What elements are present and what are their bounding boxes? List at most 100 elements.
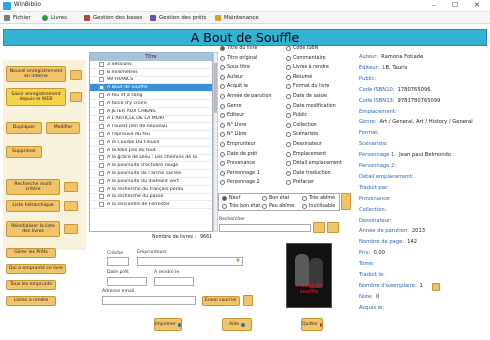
condition-option[interactable]: Inutilisable	[302, 204, 335, 209]
radio-dot[interactable]	[286, 46, 291, 51]
radio-dot[interactable]	[220, 151, 225, 157]
search-field-option[interactable]: Scénariste	[286, 132, 318, 138]
row-checkbox[interactable]	[99, 93, 104, 99]
table-row[interactable]: A la recherche du passé	[90, 194, 212, 202]
row-checkbox[interactable]	[99, 108, 104, 114]
list-icon[interactable]	[64, 201, 78, 211]
table-row[interactable]: A la recherche du français perdu	[90, 186, 212, 194]
search-field-option[interactable]: Sous titre	[220, 65, 250, 71]
row-checkbox[interactable]	[99, 194, 104, 200]
row-checkbox[interactable]	[99, 116, 104, 122]
table-row[interactable]: A L'ARTICLE DE LA MORT	[90, 116, 212, 124]
search-field-option[interactable]: Date modification	[286, 103, 336, 109]
search-go-icon[interactable]	[313, 222, 325, 233]
web-record-button[interactable]: Saisir enregistrement depuis le WEB	[6, 88, 66, 106]
radio-dot[interactable]	[220, 74, 225, 80]
radio-dot[interactable]	[286, 132, 291, 138]
new-record-button[interactable]: Nouvel enregistrement en interne	[6, 66, 66, 82]
radio-dot[interactable]	[286, 94, 291, 99]
radio-dot[interactable]	[220, 84, 225, 90]
menu-gestion-bases[interactable]: Gestion des bases	[84, 15, 142, 21]
radio-dot[interactable]	[220, 55, 225, 61]
radio-dot[interactable]	[220, 132, 225, 138]
loan-date-field[interactable]	[107, 277, 147, 286]
row-checkbox[interactable]	[99, 124, 104, 130]
radio-dot[interactable]	[220, 113, 225, 119]
radio-dot[interactable]	[262, 196, 267, 201]
search-field-option[interactable]: Acquit le	[220, 84, 248, 90]
condition-option[interactable]: Peu abîmé	[262, 204, 294, 209]
row-checkbox[interactable]	[99, 77, 104, 83]
table-row[interactable]: A la folie pas du tout	[90, 147, 212, 155]
search-field-option[interactable]: Editeur	[220, 113, 244, 119]
radio-dot[interactable]	[220, 170, 225, 176]
row-checkbox[interactable]	[99, 186, 104, 192]
search-field-option[interactable]: Date traduction	[286, 170, 331, 176]
radio-dot[interactable]	[220, 65, 225, 71]
radio-dot[interactable]	[286, 113, 291, 119]
table-row[interactable]: A Bout de Souffle	[90, 84, 212, 93]
radio-dot[interactable]	[302, 204, 307, 209]
search-field-option[interactable]: Personnage 2	[220, 180, 260, 186]
radio-dot[interactable]	[302, 196, 307, 201]
radio-dot[interactable]	[262, 204, 267, 209]
table-row[interactable]: A force d'y croire	[90, 100, 212, 108]
radio-dot[interactable]	[222, 204, 227, 209]
radio-dot[interactable]	[286, 55, 291, 61]
radio-dot[interactable]	[286, 103, 291, 109]
search-field-option[interactable]: Dessinateur	[286, 142, 322, 147]
chevron-down-icon[interactable]: ▼	[236, 258, 240, 264]
help-button[interactable]: Aide	[222, 318, 252, 331]
radio-dot[interactable]	[220, 122, 225, 128]
search-field-option[interactable]: Public	[286, 113, 307, 119]
radio-dot[interactable]	[286, 161, 291, 167]
radio-dot[interactable]	[286, 74, 291, 80]
web-icon[interactable]	[70, 92, 82, 102]
search-field-option[interactable]: N° Libre	[220, 132, 246, 138]
send-email-button[interactable]: Envoi courrier	[202, 296, 240, 306]
condition-option[interactable]: Bon état	[262, 196, 289, 201]
search-field-option[interactable]: Emprunteur	[220, 142, 256, 147]
menu-maintenance[interactable]: Maintenance	[215, 15, 259, 21]
radio-dot[interactable]	[286, 65, 291, 71]
table-row[interactable]: 3 Sessions	[90, 61, 212, 69]
search-field-option[interactable]: Personnage 1	[220, 170, 260, 176]
radio-dot[interactable]	[222, 196, 227, 201]
condition-help-icon[interactable]	[341, 193, 351, 210]
return-date-field[interactable]	[154, 277, 194, 286]
table-row[interactable]: A l'épreuve du feu	[90, 131, 212, 139]
quit-button[interactable]: Quitter	[301, 318, 323, 331]
table-row[interactable]: A la poursuite du diamant vert	[90, 178, 212, 186]
table-row[interactable]: 99 FRANCS	[90, 77, 212, 85]
copies-info-icon[interactable]	[432, 283, 440, 291]
menu-gestion-prets[interactable]: Gestion des prêts	[150, 15, 206, 21]
radio-dot[interactable]	[220, 161, 225, 167]
multi-criteria-search-button[interactable]: Recherche multi critère	[6, 179, 60, 195]
book-list-table[interactable]: Titre 3 Sessions 8 millimètres 99 FRANCS A …	[89, 52, 213, 232]
borrower-select[interactable]	[137, 257, 243, 266]
table-row[interactable]: A la poursuite d'octobre rouge	[90, 162, 212, 171]
table-row[interactable]: 8 millimètres	[90, 69, 212, 77]
radio-dot[interactable]	[220, 94, 225, 99]
all-loans-button[interactable]: Tous les emprunts	[6, 280, 56, 290]
search-field-option[interactable]: Format du livre	[286, 84, 329, 90]
search-field-option[interactable]: Résumé	[286, 74, 312, 80]
table-row[interactable]: A feu et à sang	[90, 92, 212, 100]
row-checkbox[interactable]	[99, 163, 104, 169]
row-checkbox[interactable]	[99, 171, 104, 177]
creche-field[interactable]	[107, 257, 129, 266]
books-to-return-button[interactable]: Livres à rendre	[6, 296, 56, 306]
row-checkbox[interactable]	[99, 202, 104, 208]
delete-button[interactable]: Supprimer	[6, 146, 42, 158]
search-field-option[interactable]: Préfacier	[286, 180, 314, 186]
table-row[interactable]: A la poursuite de l'arche sacrée	[90, 170, 212, 178]
row-checkbox[interactable]	[99, 147, 104, 153]
search-field-option[interactable]: Commentaire	[286, 55, 326, 61]
radio-dot[interactable]	[220, 142, 225, 147]
menu-livres[interactable]: Livres	[42, 15, 67, 21]
radio-dot[interactable]	[286, 84, 291, 90]
close-button[interactable]: ✕	[474, 1, 480, 9]
menu-fichier[interactable]: Fichier	[4, 15, 31, 21]
search-field-option[interactable]: Détail emplacement	[286, 161, 342, 167]
search-field-option[interactable]: N° Livre	[220, 122, 246, 128]
